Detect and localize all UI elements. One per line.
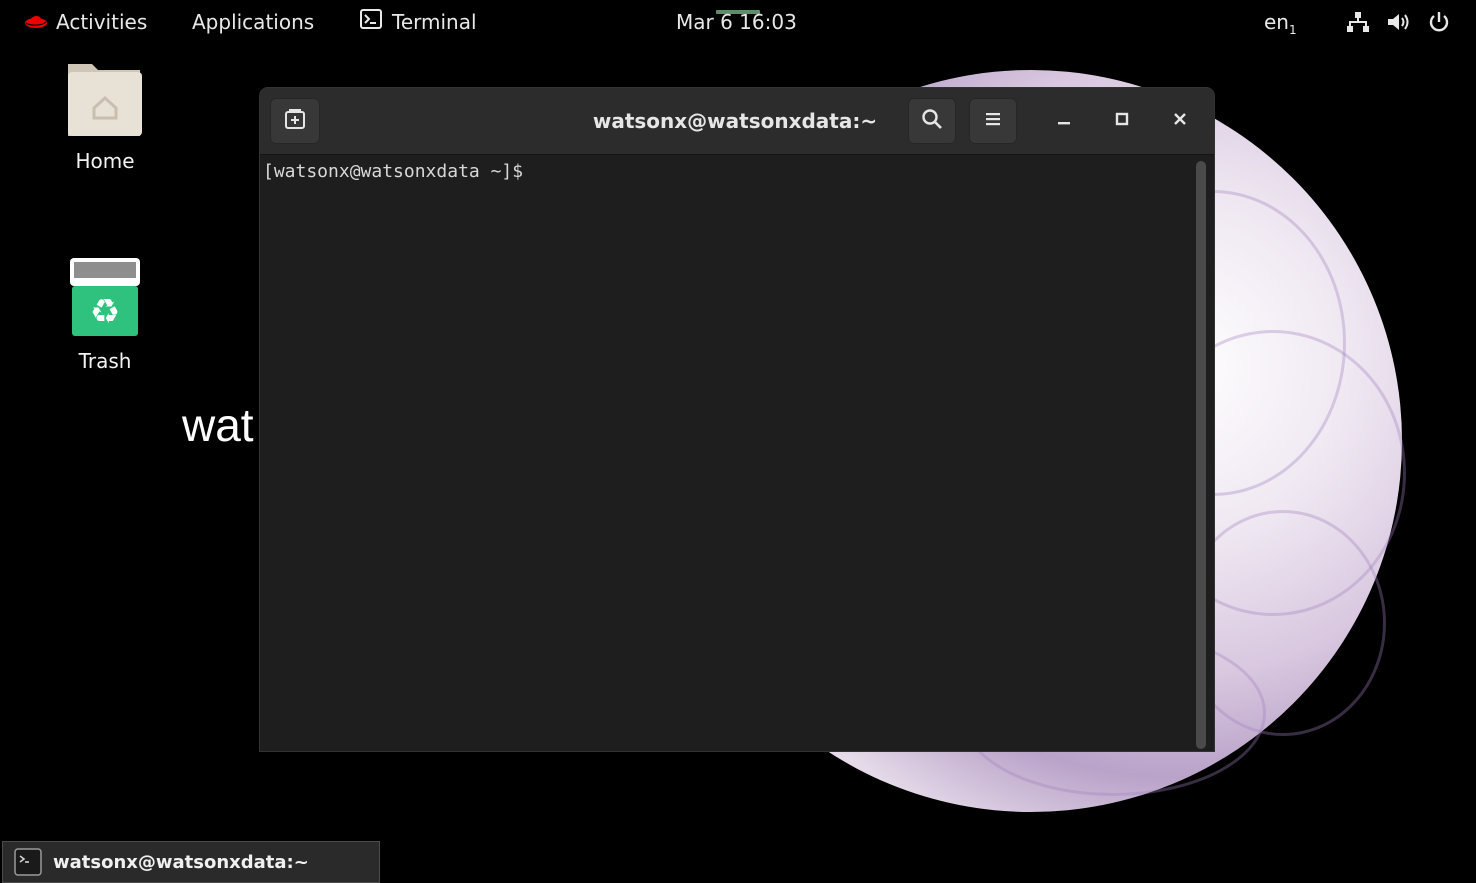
taskbar-window-entry[interactable]: watsonx@watsonxdata:~ bbox=[2, 841, 380, 883]
scrollbar[interactable] bbox=[1196, 161, 1206, 749]
language-sub: 1 bbox=[1288, 23, 1297, 37]
folder-icon bbox=[50, 58, 160, 143]
new-tab-icon bbox=[283, 107, 307, 135]
close-button[interactable] bbox=[1158, 98, 1202, 144]
taskbar-entry-label: watsonx@watsonxdata:~ bbox=[53, 851, 309, 873]
home-folder-desktop-icon[interactable]: Home bbox=[50, 58, 160, 173]
close-icon bbox=[1172, 111, 1188, 131]
terminal-app-menu[interactable]: Terminal bbox=[360, 0, 477, 44]
recycle-bin-icon: ♻ bbox=[50, 256, 160, 343]
terminal-header-bar[interactable]: watsonx@watsonxdata:~ bbox=[260, 88, 1214, 155]
terminal-window[interactable]: watsonx@watsonxdata:~ [watsonx@watsonxda… bbox=[260, 88, 1214, 751]
terminal-icon bbox=[360, 0, 382, 44]
top-bar: Activities Applications Terminal Mar 6 1… bbox=[0, 0, 1476, 44]
activities-label: Activities bbox=[56, 10, 148, 34]
trash-desktop-icon[interactable]: ♻ Trash bbox=[50, 256, 160, 373]
shell-prompt: [watsonx@watsonxdata ~]$ bbox=[263, 161, 524, 182]
terminal-icon bbox=[13, 847, 43, 877]
svg-text:♻: ♻ bbox=[90, 292, 120, 332]
terminal-menu-label: Terminal bbox=[392, 10, 477, 34]
redhat-icon bbox=[24, 0, 48, 44]
terminal-output-area[interactable]: [watsonx@watsonxdata ~]$ bbox=[260, 155, 1214, 751]
search-button[interactable] bbox=[908, 98, 956, 144]
menu-button[interactable] bbox=[969, 98, 1017, 144]
wallpaper-text: wat bbox=[182, 399, 254, 451]
search-icon bbox=[921, 108, 943, 134]
home-label: Home bbox=[75, 149, 135, 173]
activities-button[interactable]: Activities bbox=[24, 0, 147, 44]
new-tab-button[interactable] bbox=[270, 98, 320, 144]
applications-menu[interactable]: Applications bbox=[192, 0, 314, 44]
network-icon[interactable] bbox=[1346, 0, 1370, 44]
maximize-icon bbox=[1114, 111, 1130, 131]
clock[interactable]: Mar 6 16:03 bbox=[676, 0, 797, 44]
power-icon[interactable] bbox=[1428, 0, 1450, 44]
hamburger-menu-icon bbox=[984, 111, 1002, 131]
window-title: watsonx@watsonxdata:~ bbox=[592, 109, 878, 133]
minimize-button[interactable] bbox=[1042, 98, 1086, 144]
language-label: en bbox=[1264, 10, 1289, 34]
minimize-icon bbox=[1056, 111, 1072, 131]
volume-icon[interactable] bbox=[1386, 0, 1412, 44]
trash-label: Trash bbox=[78, 349, 132, 373]
maximize-button[interactable] bbox=[1100, 98, 1144, 144]
language-indicator[interactable]: en1 bbox=[1264, 0, 1297, 44]
